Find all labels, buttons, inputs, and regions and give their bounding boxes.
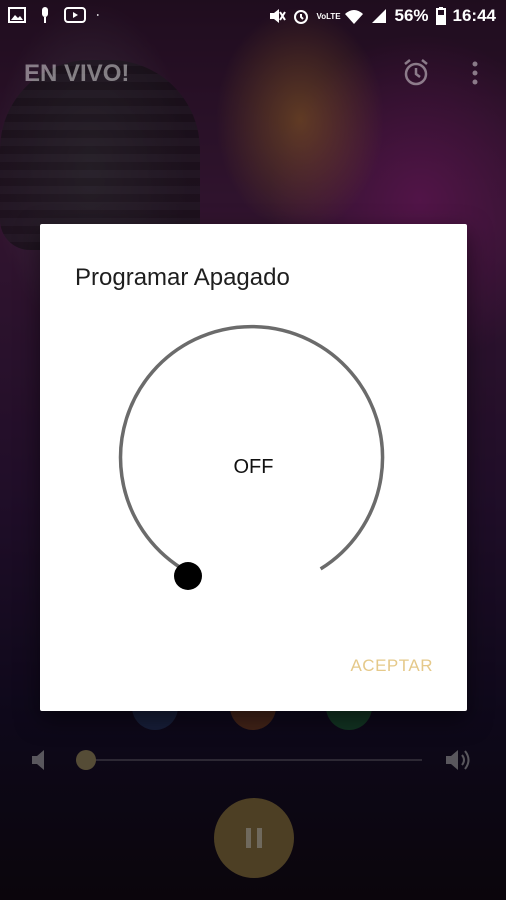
more-vert-icon[interactable] <box>470 58 480 88</box>
timer-value: OFF <box>233 456 274 478</box>
signal-icon <box>372 9 387 23</box>
timer-dial-ring <box>118 324 385 571</box>
battery-percent: 56% <box>394 6 429 25</box>
wifi-icon <box>345 10 364 24</box>
status-bar: VoLTE 56% 16:44 <box>0 0 506 34</box>
mic-icon <box>42 7 48 23</box>
battery-icon <box>435 7 446 25</box>
alarm-clock-icon[interactable] <box>402 58 430 88</box>
youtube-icon <box>64 7 86 23</box>
app-title: EN VIVO! <box>24 60 130 87</box>
accept-button[interactable]: ACEPTAR <box>350 656 433 676</box>
clock: 16:44 <box>452 6 496 25</box>
volte-label: VoLTE <box>316 11 341 21</box>
dialog-title: Programar Apagado <box>75 264 290 291</box>
image-icon <box>8 7 26 23</box>
timer-dial-knob[interactable] <box>174 562 202 590</box>
sleep-timer-dialog: Programar Apagado OFF ACEPTAR <box>40 224 467 711</box>
alarm-icon <box>294 10 309 24</box>
dot-icon <box>96 14 99 16</box>
mute-icon <box>270 9 287 23</box>
